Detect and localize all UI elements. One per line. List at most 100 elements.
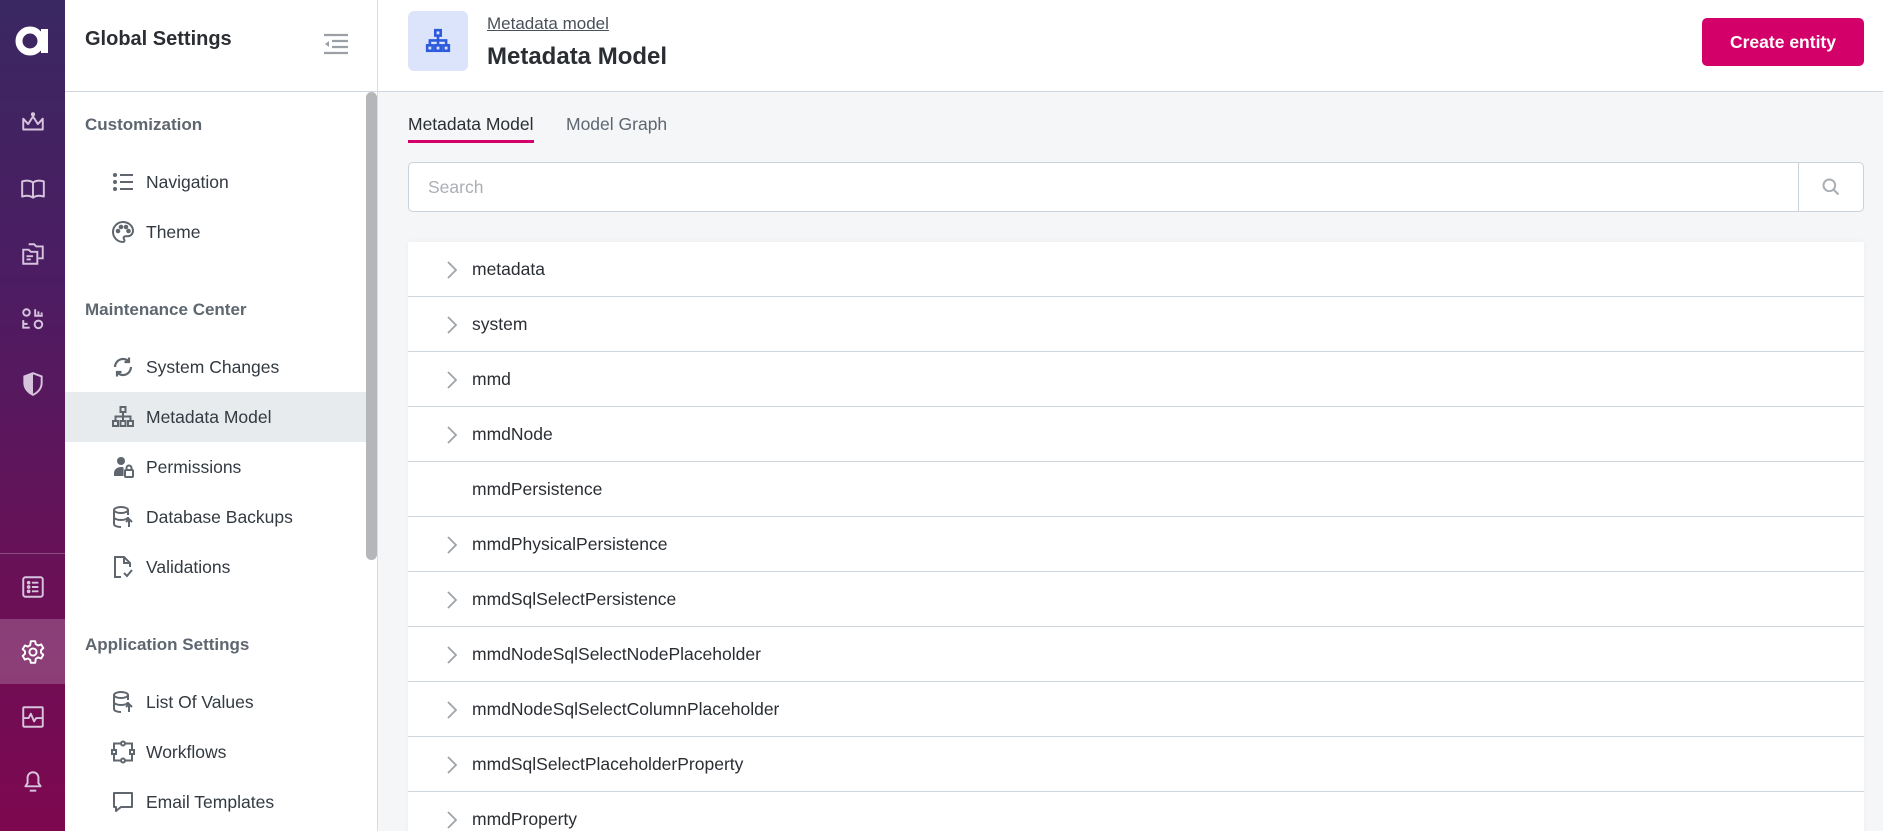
entity-row[interactable]: metadata — [408, 242, 1864, 297]
entity-row[interactable]: mmd — [408, 352, 1864, 407]
nav-item-label: Workflows — [146, 741, 227, 762]
list-box-icon — [21, 575, 44, 598]
nav-item-theme[interactable]: Theme — [65, 207, 366, 257]
search-input[interactable] — [409, 163, 1799, 211]
main-content: Metadata model Metadata Model Create ent… — [378, 0, 1883, 831]
section-label-maintenance-center: Maintenance Center — [85, 300, 247, 319]
entity-name: system — [472, 313, 528, 334]
entity-name: mmdPhysicalPersistence — [472, 533, 668, 554]
shapes-list-icon — [21, 307, 43, 329]
nav-item-list-of-values[interactable]: List Of Values — [65, 677, 366, 727]
entity-name: mmdNode — [472, 423, 553, 444]
panel-scrollbar[interactable] — [366, 92, 377, 560]
user-lock-icon — [110, 454, 136, 480]
entity-row[interactable]: mmdSqlSelectPlaceholderProperty — [408, 737, 1864, 792]
palette-icon — [110, 219, 136, 245]
database-upload-icon — [110, 504, 136, 530]
panel-header: Global Settings — [65, 0, 377, 92]
entity-row[interactable]: system — [408, 297, 1864, 352]
nav-item-label: Theme — [146, 221, 201, 242]
entity-row[interactable]: mmdNodeSqlSelectNodePlaceholder — [408, 627, 1864, 682]
entity-row[interactable]: mmdPhysicalPersistence — [408, 517, 1864, 572]
chevron-right-icon[interactable] — [444, 645, 460, 665]
chevron-right-icon[interactable] — [444, 315, 460, 335]
entity-row[interactable]: mmdNode — [408, 407, 1864, 462]
nav-item-database-backups[interactable]: Database Backups — [65, 492, 366, 542]
rail-shapes[interactable] — [0, 286, 65, 351]
entity-row[interactable]: mmdPersistence — [408, 462, 1864, 517]
chevron-right-icon[interactable] — [444, 590, 460, 610]
nav-item-label: Email Templates — [146, 791, 275, 812]
chevron-right-icon[interactable] — [444, 700, 460, 720]
entity-name: mmdNodeSqlSelectNodePlaceholder — [472, 643, 761, 664]
rail-crown[interactable] — [0, 90, 65, 155]
nav-item-validations[interactable]: Validations — [65, 542, 366, 592]
chevron-right-icon[interactable] — [444, 370, 460, 390]
gear-icon — [21, 639, 44, 664]
rail-shield[interactable] — [0, 351, 65, 416]
section-label-application-settings: Application Settings — [85, 635, 250, 654]
tab-model-graph[interactable]: Model Graph — [566, 110, 667, 143]
rail-notifications[interactable] — [0, 749, 65, 814]
section-label-customization: Customization — [85, 115, 203, 134]
rail-list[interactable] — [0, 554, 65, 619]
book-icon — [20, 179, 45, 199]
rail-documents[interactable] — [0, 221, 65, 286]
page-icon — [408, 11, 468, 71]
nav-item-label: Navigation — [146, 171, 229, 192]
entity-name: mmdSqlSelectPersistence — [472, 588, 677, 609]
page-header: Metadata model Metadata Model Create ent… — [378, 0, 1883, 92]
entity-name: mmdPersistence — [472, 478, 603, 499]
workflow-icon — [110, 739, 136, 765]
nav-item-email-templates[interactable]: Email Templates — [65, 777, 366, 827]
collapse-menu-icon — [324, 33, 348, 55]
entity-row[interactable]: mmdProperty — [408, 792, 1864, 831]
entity-name: mmdNodeSqlSelectColumnPlaceholder — [472, 698, 780, 719]
settings-panel: Global Settings Customization Navigation… — [65, 0, 378, 831]
bell-icon — [23, 770, 42, 792]
tab-metadata-model[interactable]: Metadata Model — [408, 110, 534, 143]
nav-item-label: System Changes — [146, 356, 280, 377]
entity-list: metadata system mmd mmdNode mmdPersistence mm… — [408, 242, 1864, 831]
file-check-icon — [110, 554, 136, 580]
chevron-right-icon[interactable] — [444, 535, 460, 555]
nav-item-permissions[interactable]: Permissions — [65, 442, 366, 492]
nav-item-metadata-model[interactable]: Metadata Model — [65, 392, 366, 442]
entity-name: mmdSqlSelectPlaceholderProperty — [472, 753, 744, 774]
entity-name: mmd — [472, 368, 511, 389]
chevron-right-icon[interactable] — [444, 810, 460, 830]
create-entity-button[interactable]: Create entity — [1702, 18, 1864, 66]
collapse-panel-button[interactable] — [321, 30, 351, 58]
documents-icon — [21, 242, 44, 265]
page-title: Metadata Model — [487, 43, 668, 70]
rail-monitor[interactable] — [0, 684, 65, 749]
nav-item-label: List Of Values — [146, 691, 254, 712]
rail-book[interactable] — [0, 156, 65, 221]
logo-icon — [15, 26, 48, 56]
chevron-right-icon[interactable] — [444, 260, 460, 280]
nav-item-navigation[interactable]: Navigation — [65, 157, 366, 207]
entity-row[interactable]: mmdSqlSelectPersistence — [408, 572, 1864, 627]
search-button[interactable] — [1798, 163, 1863, 211]
nav-item-label: Metadata Model — [146, 406, 272, 427]
nav-item-label: Validations — [146, 556, 231, 577]
entity-name: metadata — [472, 258, 545, 279]
nav-item-workflows[interactable]: Workflows — [65, 727, 366, 777]
breadcrumb-link[interactable]: Metadata model — [487, 14, 609, 34]
rail-settings[interactable] — [0, 619, 65, 684]
chevron-right-icon[interactable] — [444, 755, 460, 775]
list-icon — [110, 169, 136, 195]
panel-title: Global Settings — [85, 28, 232, 50]
nav-item-label: Permissions — [146, 456, 242, 477]
entity-name: mmdProperty — [472, 808, 578, 829]
entity-row[interactable]: mmdNodeSqlSelectColumnPlaceholder — [408, 682, 1864, 737]
search-box — [408, 162, 1864, 212]
sitemap-icon — [110, 404, 136, 430]
sitemap-icon — [425, 28, 451, 53]
app-rail — [0, 0, 65, 831]
app-logo[interactable] — [0, 0, 65, 82]
chevron-right-icon[interactable] — [444, 425, 460, 445]
shield-icon — [22, 371, 43, 396]
search-icon — [1822, 178, 1840, 196]
nav-item-system-changes[interactable]: System Changes — [65, 342, 366, 392]
